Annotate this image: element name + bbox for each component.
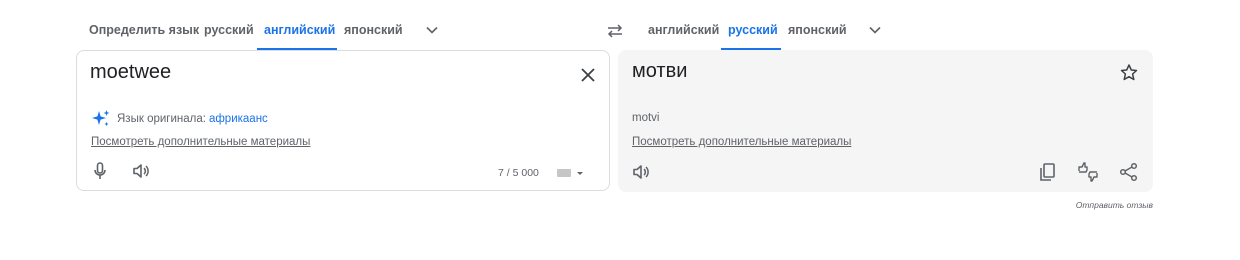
detected-language: Язык оригинала: африкаанс bbox=[91, 109, 268, 129]
tab-target-english[interactable]: английский bbox=[648, 16, 719, 50]
character-counter: 7 / 5 000 bbox=[498, 167, 539, 179]
share-icon[interactable] bbox=[1117, 160, 1141, 184]
tab-target-russian[interactable]: русский bbox=[728, 16, 778, 50]
source-more-link[interactable]: Посмотреть дополнительные материалы bbox=[91, 136, 310, 148]
chevron-down-icon[interactable] bbox=[422, 20, 442, 40]
tab-target-japanese[interactable]: японский bbox=[788, 16, 847, 50]
keyboard-icon[interactable] bbox=[555, 165, 585, 181]
translation-text: мотви bbox=[632, 60, 688, 82]
feedback-link[interactable]: Отправить отзыв bbox=[1076, 200, 1153, 210]
tab-source-english[interactable]: английский bbox=[264, 16, 335, 50]
sparkle-icon bbox=[92, 110, 110, 126]
transliteration: motvi bbox=[632, 112, 660, 124]
close-icon[interactable] bbox=[577, 64, 599, 86]
tab-source-japanese[interactable]: японский bbox=[344, 16, 403, 50]
source-text-input[interactable]: moetwee bbox=[90, 61, 171, 84]
speaker-icon[interactable] bbox=[129, 159, 153, 183]
chevron-down-icon[interactable] bbox=[865, 20, 885, 40]
copy-icon[interactable] bbox=[1036, 160, 1060, 184]
star-icon[interactable] bbox=[1117, 61, 1141, 85]
detected-language-link[interactable]: африкаанс bbox=[209, 113, 268, 125]
speaker-icon[interactable] bbox=[629, 160, 653, 184]
mic-icon[interactable] bbox=[88, 159, 112, 183]
swap-icon[interactable] bbox=[604, 20, 626, 42]
rate-icon[interactable] bbox=[1076, 160, 1100, 184]
source-panel: moetwee Язык оригинала: африкаанс Посмот… bbox=[76, 50, 610, 191]
target-more-link[interactable]: Посмотреть дополнительные материалы bbox=[632, 136, 851, 148]
tab-detect-language[interactable]: Определить язык bbox=[89, 16, 199, 50]
detect-label: Язык оригинала: bbox=[117, 113, 206, 125]
tab-source-russian[interactable]: русский bbox=[204, 16, 254, 50]
target-panel: мотви motvi Посмотреть дополнительные ма… bbox=[618, 50, 1153, 192]
